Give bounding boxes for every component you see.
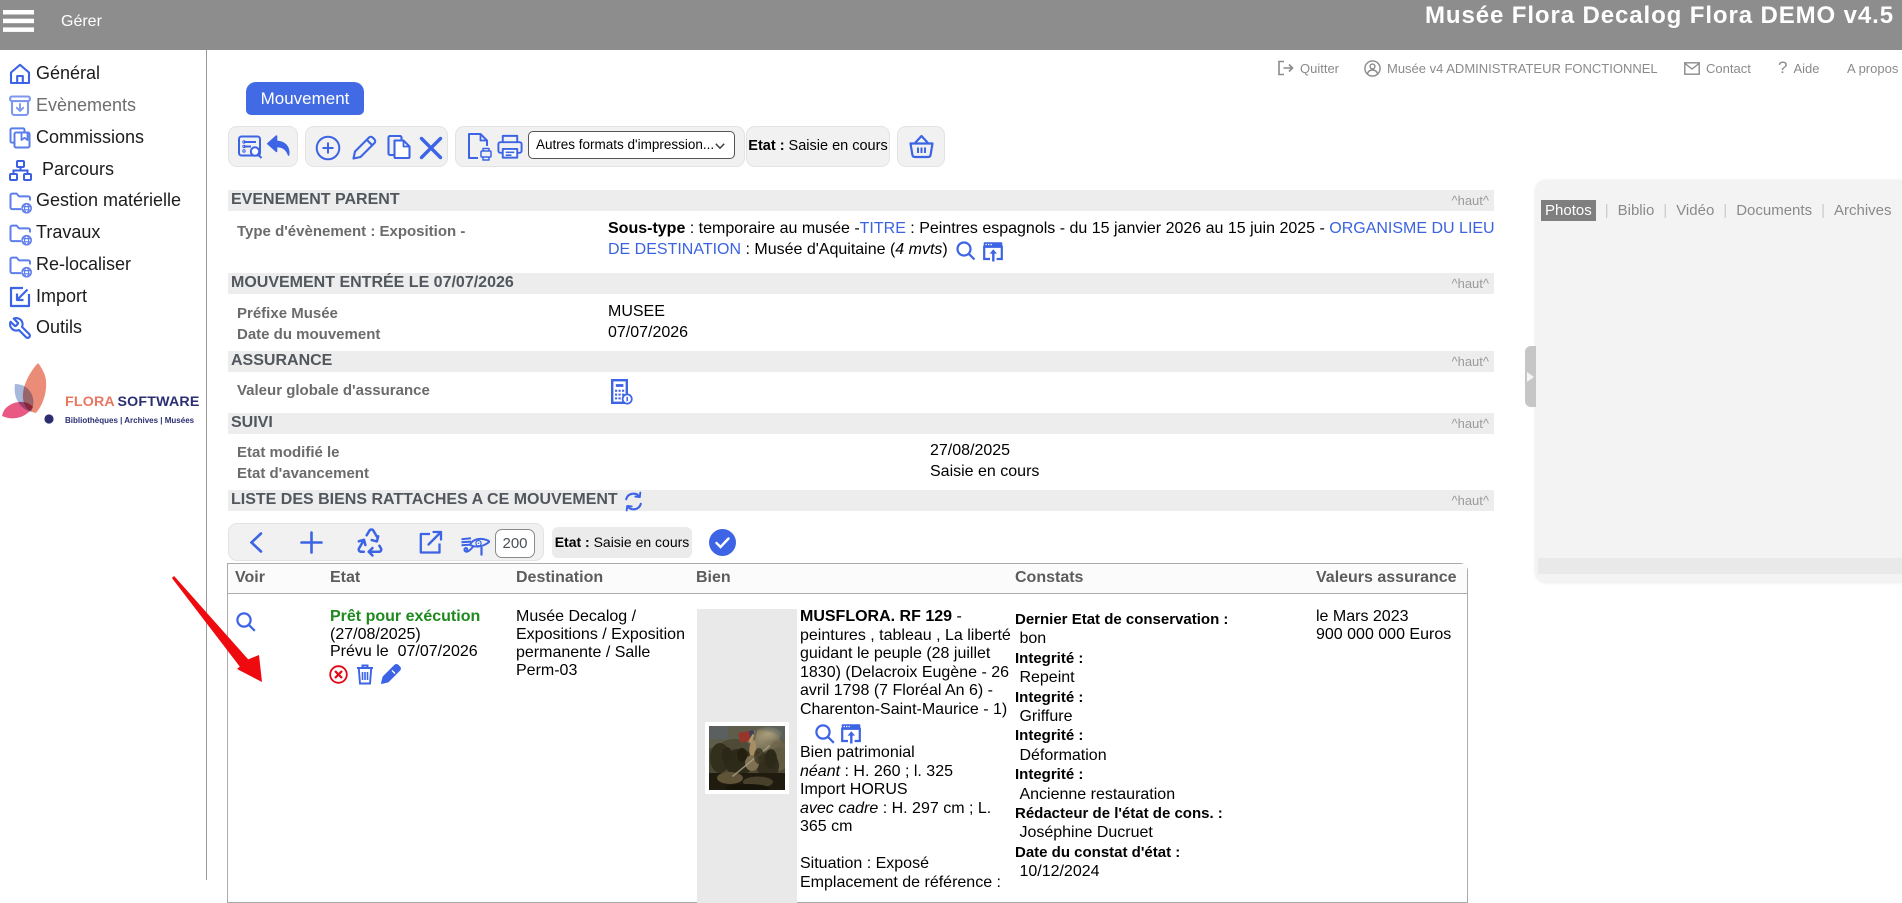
svg-text:Bibliothèques | Archives | Mus: Bibliothèques | Archives | Musées	[65, 416, 195, 425]
svg-text:SOFTWARE: SOFTWARE	[118, 394, 200, 410]
svg-text:FLORA: FLORA	[65, 394, 115, 410]
